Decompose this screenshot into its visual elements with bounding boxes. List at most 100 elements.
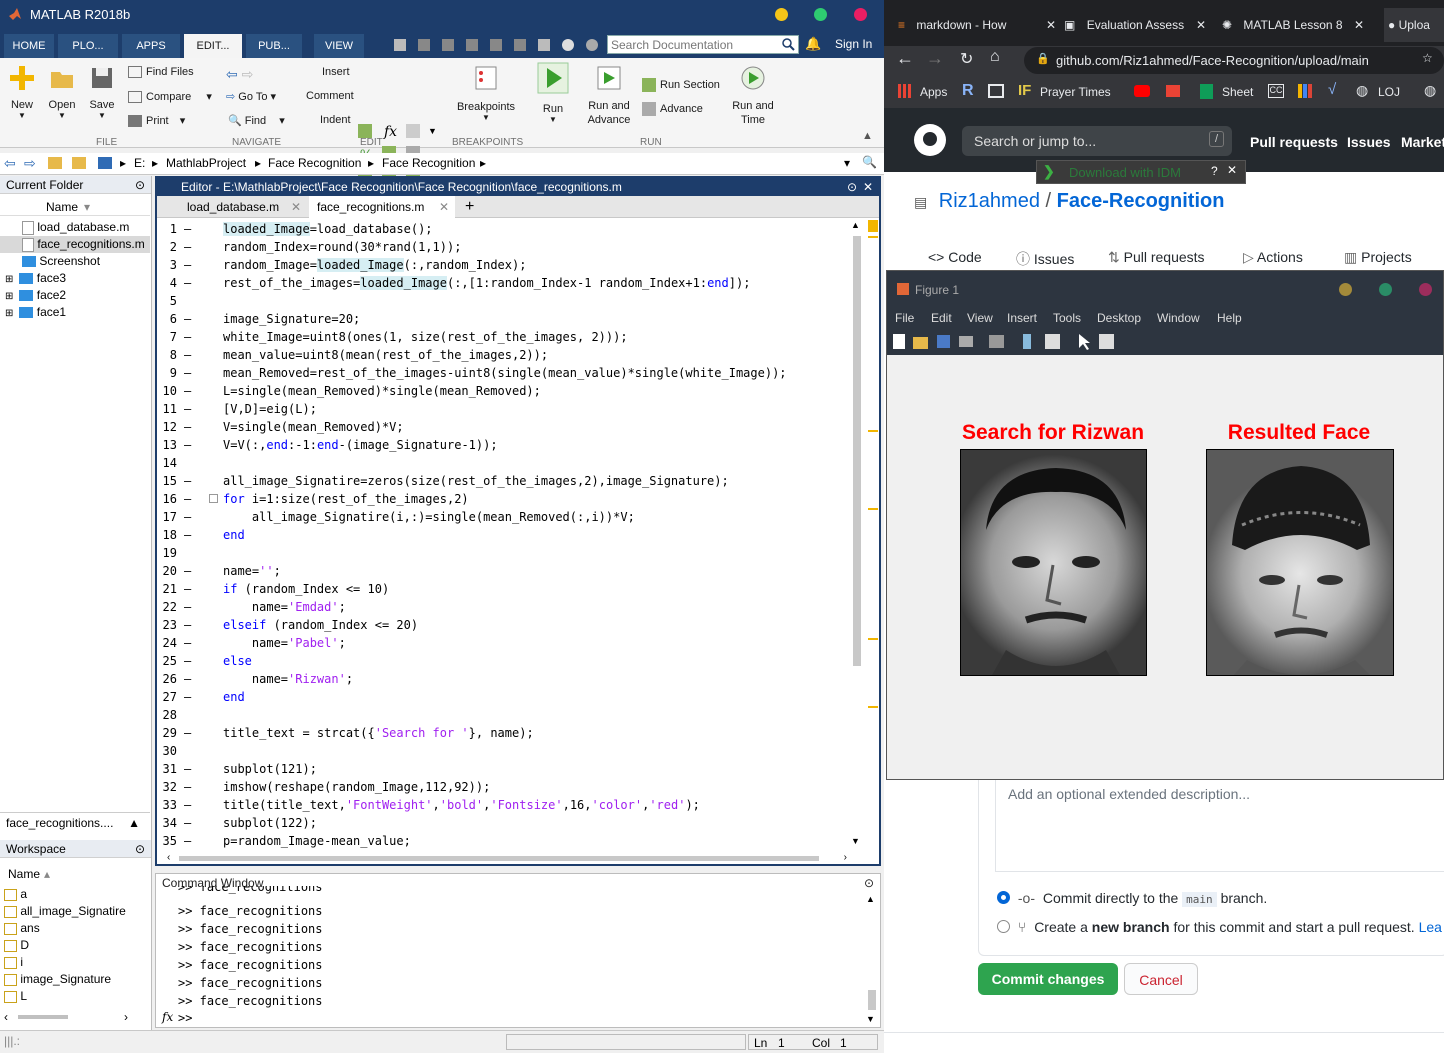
code-analyzer-bar[interactable]	[867, 218, 879, 848]
indent-label[interactable]: Indent	[320, 114, 351, 126]
code-line[interactable]: 15– all_image_Signatire=zeros(size(rest_o…	[157, 472, 847, 490]
variable-item[interactable]: a	[0, 886, 150, 903]
line-marker[interactable]: –	[184, 778, 191, 796]
code-line[interactable]: 21– if (random_Index <= 10)	[157, 580, 847, 598]
search-documentation-input[interactable]: Search Documentation	[607, 35, 799, 54]
if-bookmark-icon[interactable]: IF	[1018, 82, 1031, 99]
figure-maximize-button[interactable]	[1379, 283, 1392, 296]
maximize-button[interactable]	[814, 8, 827, 21]
search-icon[interactable]	[782, 38, 795, 54]
cc-bookmark-icon[interactable]: CC	[1268, 84, 1284, 98]
comment-label[interactable]: Comment	[306, 90, 354, 102]
repo-tab-issues[interactable]: ⓘ Issues	[1016, 249, 1074, 269]
repo-owner[interactable]: Riz1ahmed	[939, 190, 1040, 212]
line-marker[interactable]: –	[184, 634, 191, 652]
line-marker[interactable]: –	[184, 832, 191, 850]
code-line[interactable]: 22– name='Emdad';	[157, 598, 847, 616]
youtube-icon[interactable]	[1134, 85, 1150, 97]
code-line[interactable]: 20– name='';	[157, 562, 847, 580]
insert-label[interactable]: Insert	[322, 66, 350, 78]
run-section-button[interactable]: Run Section	[642, 78, 720, 92]
command-window[interactable]: Command Window ⊙ >> face_recognitions >> …	[155, 873, 881, 1028]
code-line[interactable]: 5	[157, 292, 847, 310]
bookmark-star-icon[interactable]: ☆	[1422, 51, 1433, 65]
code-line[interactable]: 6– image_Signature=20;	[157, 310, 847, 328]
workspace-hscrollbar[interactable]: ‹ ›	[4, 1010, 128, 1024]
code-line[interactable]: 12– V=single(mean_Removed)*V;	[157, 418, 847, 436]
code-line[interactable]: 4– rest_of_the_images=loaded_Image(:,[1:r…	[157, 274, 847, 292]
folder-item[interactable]: ⊞ face3	[0, 270, 150, 287]
code-line[interactable]: 30	[157, 742, 847, 760]
menu-edit[interactable]: Edit	[931, 311, 952, 325]
run-and-advance-button[interactable]: Run and Advance	[584, 64, 634, 127]
line-marker[interactable]: –	[184, 688, 191, 706]
line-marker[interactable]: –	[184, 598, 191, 616]
find-button[interactable]: 🔍 Find ▾	[228, 114, 285, 127]
sign-in-link[interactable]: Sign In	[835, 37, 872, 51]
check-bookmark-icon[interactable]: √	[1328, 81, 1336, 98]
chart-bookmark-icon[interactable]	[1298, 84, 1312, 98]
address-dropdown-icon[interactable]: ▾	[844, 156, 850, 170]
radio-checked-icon[interactable]	[997, 891, 1010, 904]
address-bar[interactable]: 🔒 github.com/Riz1ahmed/Face-Recognition/…	[1024, 47, 1444, 74]
bookmark-loj[interactable]: LOJ	[1378, 85, 1400, 99]
home-icon[interactable]: ⌂	[990, 48, 1000, 66]
monitor-bookmark-icon[interactable]	[988, 84, 1004, 98]
variable-item[interactable]: D	[0, 937, 150, 954]
nav-issues[interactable]: Issues	[1347, 134, 1391, 150]
forward-icon[interactable]: →	[926, 48, 944, 69]
code-line[interactable]: 24– name='Pabel';	[157, 634, 847, 652]
code-line[interactable]: 23– elseif (random_Index <= 20)	[157, 616, 847, 634]
line-marker[interactable]: –	[184, 310, 191, 328]
browser-tab[interactable]: ≡ markdown - How ✕	[898, 8, 1056, 42]
description-textarea[interactable]: Add an optional extended description...	[995, 780, 1444, 872]
tab-close-icon[interactable]: ✕	[291, 196, 301, 218]
command-vscrollbar[interactable]: ▲ ▼	[866, 894, 878, 1024]
nav-pull-requests[interactable]: Pull requests	[1250, 134, 1338, 150]
variable-item[interactable]: all_image_Signatire	[0, 903, 150, 920]
bookmark-sheet[interactable]: Sheet	[1222, 85, 1253, 99]
file-item[interactable]: load_database.m	[0, 219, 150, 236]
editor-tab-face-recognitions[interactable]: face_recognitions.m ✕	[309, 196, 455, 218]
menu-desktop[interactable]: Desktop	[1097, 311, 1141, 325]
line-marker[interactable]: –	[184, 652, 191, 670]
code-line[interactable]: 11– [V,D]=eig(L);	[157, 400, 847, 418]
folder-item[interactable]: Screenshot	[0, 253, 150, 270]
line-marker[interactable]: –	[184, 256, 191, 274]
code-line[interactable]: 1– loaded_Image=load_database();	[157, 220, 847, 238]
code-line[interactable]: 18– end	[157, 526, 847, 544]
line-marker[interactable]: –	[184, 364, 191, 382]
find-files-button[interactable]: Find Files	[128, 66, 194, 79]
code-line[interactable]: 29– title_text = strcat({'Search for '}, …	[157, 724, 847, 742]
path-drive[interactable]: E:	[134, 156, 145, 170]
back-icon[interactable]: ⇦	[4, 155, 16, 172]
folder-item[interactable]: ⊞ face1	[0, 304, 150, 321]
panel-menu-icon[interactable]: ⊙	[864, 874, 874, 892]
line-marker[interactable]: –	[184, 328, 191, 346]
line-marker[interactable]: –	[184, 562, 191, 580]
panel-menu-icon[interactable]: ⊙	[135, 176, 145, 194]
line-marker[interactable]: –	[184, 490, 191, 508]
code-line[interactable]: 14	[157, 454, 847, 472]
address-search-icon[interactable]: 🔍	[862, 155, 877, 169]
code-line[interactable]: 10– L=single(mean_Removed)*single(mean_Re…	[157, 382, 847, 400]
idm-help-icon[interactable]: ?	[1211, 164, 1218, 178]
open-button[interactable]: Open ▼	[46, 64, 78, 120]
back-forward-buttons[interactable]: ⇦ ⇨	[226, 66, 253, 83]
code-line[interactable]: 35– p=random_Image-mean_value;	[157, 832, 847, 850]
line-marker[interactable]: –	[184, 346, 191, 364]
variable-item[interactable]: i	[0, 954, 150, 971]
browser-tab[interactable]: ✺ MATLAB Lesson 8 ✕	[1222, 8, 1372, 42]
breakpoints-button[interactable]: Breakpoints ▼	[456, 64, 516, 122]
tab-view[interactable]: VIEW	[314, 34, 364, 58]
add-tab-button[interactable]: +	[457, 196, 483, 218]
code-area[interactable]: 1– loaded_Image=load_database(); 2– random_…	[157, 220, 847, 850]
menu-insert[interactable]: Insert	[1007, 311, 1037, 325]
learn-more-link[interactable]: Lea	[1419, 919, 1442, 935]
path-face-recognition-2[interactable]: Face Recognition	[382, 156, 475, 170]
line-marker[interactable]: –	[184, 274, 191, 292]
bookmark-apps[interactable]: Apps	[920, 85, 947, 99]
line-marker[interactable]: –	[184, 760, 191, 778]
gmail-icon[interactable]	[1166, 85, 1180, 97]
figure-minimize-button[interactable]	[1339, 283, 1352, 296]
